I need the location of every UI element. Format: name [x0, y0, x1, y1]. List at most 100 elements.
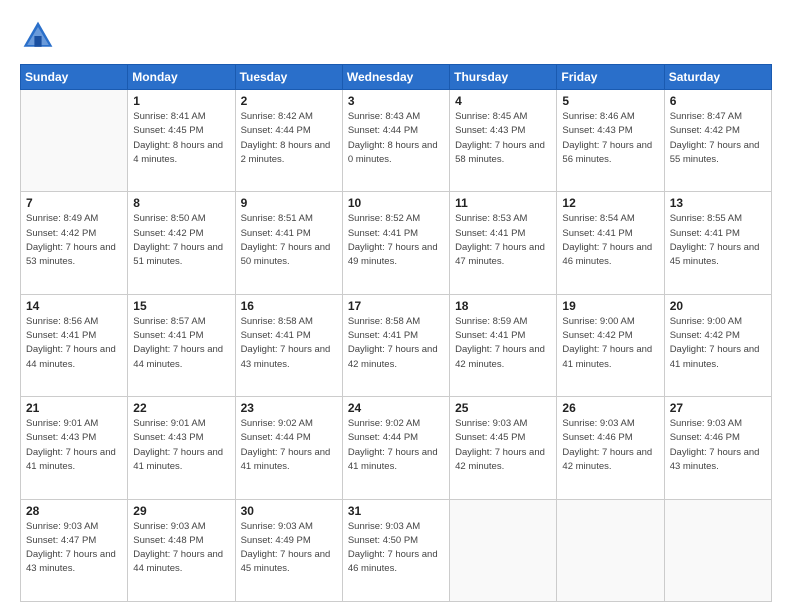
- day-cell: [450, 499, 557, 601]
- day-detail: Sunrise: 8:46 AMSunset: 4:43 PMDaylight:…: [562, 110, 658, 167]
- day-number: 11: [455, 196, 551, 210]
- day-cell: 26 Sunrise: 9:03 AMSunset: 4:46 PMDayligh…: [557, 397, 664, 499]
- day-number: 15: [133, 299, 229, 313]
- day-detail: Sunrise: 8:56 AMSunset: 4:41 PMDaylight:…: [26, 315, 122, 372]
- day-number: 9: [241, 196, 337, 210]
- day-detail: Sunrise: 9:00 AMSunset: 4:42 PMDaylight:…: [670, 315, 766, 372]
- day-cell: 12 Sunrise: 8:54 AMSunset: 4:41 PMDayligh…: [557, 192, 664, 294]
- day-cell: 15 Sunrise: 8:57 AMSunset: 4:41 PMDayligh…: [128, 294, 235, 396]
- day-cell: 10 Sunrise: 8:52 AMSunset: 4:41 PMDayligh…: [342, 192, 449, 294]
- day-number: 14: [26, 299, 122, 313]
- day-cell: [664, 499, 771, 601]
- day-detail: Sunrise: 8:54 AMSunset: 4:41 PMDaylight:…: [562, 212, 658, 269]
- day-number: 26: [562, 401, 658, 415]
- week-row-2: 14 Sunrise: 8:56 AMSunset: 4:41 PMDayligh…: [21, 294, 772, 396]
- day-detail: Sunrise: 9:01 AMSunset: 4:43 PMDaylight:…: [26, 417, 122, 474]
- day-number: 5: [562, 94, 658, 108]
- day-detail: Sunrise: 8:58 AMSunset: 4:41 PMDaylight:…: [241, 315, 337, 372]
- day-number: 18: [455, 299, 551, 313]
- day-number: 24: [348, 401, 444, 415]
- day-cell: 28 Sunrise: 9:03 AMSunset: 4:47 PMDayligh…: [21, 499, 128, 601]
- day-number: 31: [348, 504, 444, 518]
- day-cell: 19 Sunrise: 9:00 AMSunset: 4:42 PMDayligh…: [557, 294, 664, 396]
- day-cell: 25 Sunrise: 9:03 AMSunset: 4:45 PMDayligh…: [450, 397, 557, 499]
- logo-icon: [20, 18, 56, 54]
- day-cell: 27 Sunrise: 9:03 AMSunset: 4:46 PMDayligh…: [664, 397, 771, 499]
- day-cell: 7 Sunrise: 8:49 AMSunset: 4:42 PMDaylight…: [21, 192, 128, 294]
- day-number: 12: [562, 196, 658, 210]
- day-number: 29: [133, 504, 229, 518]
- day-number: 10: [348, 196, 444, 210]
- day-detail: Sunrise: 8:50 AMSunset: 4:42 PMDaylight:…: [133, 212, 229, 269]
- day-number: 19: [562, 299, 658, 313]
- day-detail: Sunrise: 8:53 AMSunset: 4:41 PMDaylight:…: [455, 212, 551, 269]
- day-number: 23: [241, 401, 337, 415]
- day-number: 22: [133, 401, 229, 415]
- day-cell: 8Sunrise: 8:50 AMSunset: 4:42 PMDaylight…: [128, 192, 235, 294]
- day-number: 17: [348, 299, 444, 313]
- day-detail: Sunrise: 8:49 AMSunset: 4:42 PMDaylight:…: [26, 212, 122, 269]
- day-number: 27: [670, 401, 766, 415]
- day-cell: 31 Sunrise: 9:03 AMSunset: 4:50 PMDayligh…: [342, 499, 449, 601]
- day-detail: Sunrise: 9:03 AMSunset: 4:45 PMDaylight:…: [455, 417, 551, 474]
- day-number: 16: [241, 299, 337, 313]
- page: SundayMondayTuesdayWednesdayThursdayFrid…: [0, 0, 792, 612]
- day-detail: Sunrise: 8:57 AMSunset: 4:41 PMDaylight:…: [133, 315, 229, 372]
- day-cell: 2Sunrise: 8:42 AMSunset: 4:44 PMDaylight…: [235, 90, 342, 192]
- day-number: 6: [670, 94, 766, 108]
- day-detail: Sunrise: 8:59 AMSunset: 4:41 PMDaylight:…: [455, 315, 551, 372]
- day-detail: Sunrise: 9:00 AMSunset: 4:42 PMDaylight:…: [562, 315, 658, 372]
- day-detail: Sunrise: 8:58 AMSunset: 4:41 PMDaylight:…: [348, 315, 444, 372]
- week-row-3: 21Sunrise: 9:01 AMSunset: 4:43 PMDayligh…: [21, 397, 772, 499]
- day-cell: 22 Sunrise: 9:01 AMSunset: 4:43 PMDayligh…: [128, 397, 235, 499]
- day-cell: 6 Sunrise: 8:47 AMSunset: 4:42 PMDaylight…: [664, 90, 771, 192]
- day-number: 3: [348, 94, 444, 108]
- day-detail: Sunrise: 8:47 AMSunset: 4:42 PMDaylight:…: [670, 110, 766, 167]
- day-cell: 24 Sunrise: 9:02 AMSunset: 4:44 PMDayligh…: [342, 397, 449, 499]
- weekday-header-row: SundayMondayTuesdayWednesdayThursdayFrid…: [21, 65, 772, 90]
- day-detail: Sunrise: 8:52 AMSunset: 4:41 PMDaylight:…: [348, 212, 444, 269]
- day-cell: 3 Sunrise: 8:43 AMSunset: 4:44 PMDaylight…: [342, 90, 449, 192]
- day-number: 30: [241, 504, 337, 518]
- day-detail: Sunrise: 8:55 AMSunset: 4:41 PMDaylight:…: [670, 212, 766, 269]
- weekday-thursday: Thursday: [450, 65, 557, 90]
- weekday-sunday: Sunday: [21, 65, 128, 90]
- calendar-table: SundayMondayTuesdayWednesdayThursdayFrid…: [20, 64, 772, 602]
- day-cell: 14 Sunrise: 8:56 AMSunset: 4:41 PMDayligh…: [21, 294, 128, 396]
- logo: [20, 18, 60, 54]
- day-detail: Sunrise: 9:03 AMSunset: 4:46 PMDaylight:…: [670, 417, 766, 474]
- day-number: 20: [670, 299, 766, 313]
- day-number: 28: [26, 504, 122, 518]
- day-cell: 20 Sunrise: 9:00 AMSunset: 4:42 PMDayligh…: [664, 294, 771, 396]
- day-number: 7: [26, 196, 122, 210]
- day-cell: 18 Sunrise: 8:59 AMSunset: 4:41 PMDayligh…: [450, 294, 557, 396]
- day-detail: Sunrise: 9:03 AMSunset: 4:47 PMDaylight:…: [26, 520, 122, 577]
- weekday-monday: Monday: [128, 65, 235, 90]
- day-detail: Sunrise: 9:03 AMSunset: 4:50 PMDaylight:…: [348, 520, 444, 577]
- day-detail: Sunrise: 8:51 AMSunset: 4:41 PMDaylight:…: [241, 212, 337, 269]
- day-detail: Sunrise: 8:45 AMSunset: 4:43 PMDaylight:…: [455, 110, 551, 167]
- week-row-0: 1Sunrise: 8:41 AMSunset: 4:45 PMDaylight…: [21, 90, 772, 192]
- day-cell: 21Sunrise: 9:01 AMSunset: 4:43 PMDayligh…: [21, 397, 128, 499]
- day-cell: 23 Sunrise: 9:02 AMSunset: 4:44 PMDayligh…: [235, 397, 342, 499]
- day-detail: Sunrise: 9:03 AMSunset: 4:46 PMDaylight:…: [562, 417, 658, 474]
- week-row-4: 28 Sunrise: 9:03 AMSunset: 4:47 PMDayligh…: [21, 499, 772, 601]
- day-cell: 11 Sunrise: 8:53 AMSunset: 4:41 PMDayligh…: [450, 192, 557, 294]
- day-number: 4: [455, 94, 551, 108]
- day-cell: 16 Sunrise: 8:58 AMSunset: 4:41 PMDayligh…: [235, 294, 342, 396]
- week-row-1: 7 Sunrise: 8:49 AMSunset: 4:42 PMDaylight…: [21, 192, 772, 294]
- day-cell: 5 Sunrise: 8:46 AMSunset: 4:43 PMDaylight…: [557, 90, 664, 192]
- day-cell: [21, 90, 128, 192]
- day-cell: 30Sunrise: 9:03 AMSunset: 4:49 PMDayligh…: [235, 499, 342, 601]
- day-detail: Sunrise: 8:43 AMSunset: 4:44 PMDaylight:…: [348, 110, 444, 167]
- weekday-tuesday: Tuesday: [235, 65, 342, 90]
- day-cell: 13Sunrise: 8:55 AMSunset: 4:41 PMDayligh…: [664, 192, 771, 294]
- day-detail: Sunrise: 9:01 AMSunset: 4:43 PMDaylight:…: [133, 417, 229, 474]
- day-cell: 4 Sunrise: 8:45 AMSunset: 4:43 PMDaylight…: [450, 90, 557, 192]
- day-number: 25: [455, 401, 551, 415]
- day-detail: Sunrise: 9:02 AMSunset: 4:44 PMDaylight:…: [348, 417, 444, 474]
- day-cell: 9 Sunrise: 8:51 AMSunset: 4:41 PMDaylight…: [235, 192, 342, 294]
- day-detail: Sunrise: 9:03 AMSunset: 4:48 PMDaylight:…: [133, 520, 229, 577]
- day-number: 2: [241, 94, 337, 108]
- day-detail: Sunrise: 9:02 AMSunset: 4:44 PMDaylight:…: [241, 417, 337, 474]
